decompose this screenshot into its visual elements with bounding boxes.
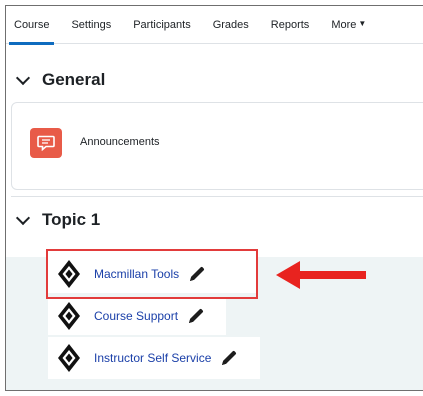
course-page: Course Settings Participants Grades Repo… — [5, 5, 423, 391]
external-tool-icon — [58, 344, 80, 372]
activity-course-support: Course Support — [48, 297, 226, 335]
tab-more[interactable]: More ▼ — [331, 6, 366, 44]
tab-course-label: Course — [14, 18, 50, 31]
chevron-down-icon — [15, 210, 31, 225]
activity-link-course-support[interactable]: Course Support — [94, 309, 178, 323]
activity-instructor-self-service: Instructor Self Service — [48, 337, 260, 379]
arrow-left-icon — [276, 261, 366, 289]
tab-settings[interactable]: Settings — [71, 6, 111, 44]
section-divider — [11, 196, 423, 197]
chevron-down-icon — [15, 70, 31, 85]
pencil-icon[interactable] — [219, 348, 239, 368]
external-tool-icon — [58, 302, 80, 330]
tab-grades[interactable]: Grades — [213, 6, 249, 44]
course-nav-tabs: Course Settings Participants Grades Repo… — [6, 6, 423, 45]
section-toggle-topic-1[interactable]: Topic 1 — [15, 210, 101, 230]
tab-grades-label: Grades — [212, 18, 249, 31]
annotation-highlight-box — [46, 249, 258, 299]
activity-link-instructor-self-service[interactable]: Instructor Self Service — [94, 351, 211, 365]
tab-reports-label: Reports — [270, 18, 310, 31]
section-title-general: General — [42, 70, 106, 89]
tab-course[interactable]: Course — [8, 6, 56, 45]
general-section-card — [11, 102, 423, 190]
tab-participants[interactable]: Participants — [133, 6, 190, 44]
tab-reports[interactable]: Reports — [271, 6, 310, 44]
tab-settings-label: Settings — [71, 18, 112, 31]
chevron-down-icon: ▼ — [358, 19, 367, 28]
tab-participants-label: Participants — [133, 18, 191, 31]
tab-more-label: More — [331, 18, 357, 31]
forum-icon[interactable] — [30, 128, 62, 158]
pencil-icon[interactable] — [186, 306, 206, 326]
section-toggle-general[interactable]: General — [15, 70, 106, 90]
section-title-topic-1: Topic 1 — [42, 210, 101, 229]
activity-link-announcements[interactable]: Announcements — [80, 136, 160, 148]
